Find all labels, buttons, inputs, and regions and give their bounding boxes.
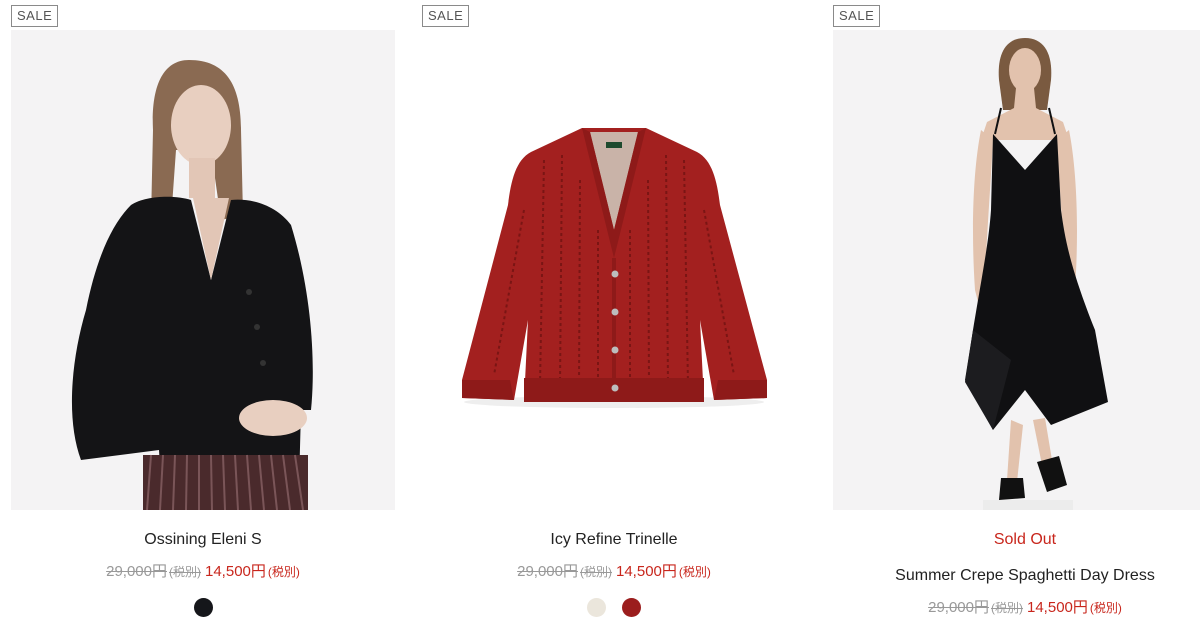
sale-tax-label: (税別) (1089, 601, 1122, 615)
product-name[interactable]: Icy Refine Trinelle (422, 531, 806, 549)
product-name[interactable]: Summer Crepe Spaghetti Day Dress (833, 567, 1200, 585)
original-tax-label: (税別) (169, 565, 201, 579)
sale-price: 14,500円 (616, 563, 677, 580)
product-card[interactable]: SALE Sold Out Summer Crepe Spaghetti Day… (833, 0, 1200, 625)
product-name[interactable]: Ossining Eleni S (11, 531, 395, 549)
sale-badge[interactable]: SALE (833, 5, 881, 27)
original-tax-label: (税別) (580, 565, 612, 579)
original-tax-label: (税別) (991, 601, 1023, 615)
color-swatch-ivory[interactable] (587, 598, 606, 617)
sale-badge[interactable]: SALE (422, 5, 470, 27)
price-row: 29,000円 (税別) 14,500円 (税別) (422, 560, 806, 581)
sold-out-label: Sold Out (993, 531, 1057, 548)
sale-badge[interactable]: SALE (11, 5, 59, 27)
product-card[interactable]: SALE Ossining Eleni S 29,000円 (税別) 14,500円… (11, 0, 395, 625)
color-swatch-red[interactable] (622, 598, 641, 617)
product-card[interactable]: SALE Icy Refine Trinelle 29,000円 (税別) 14,5… (422, 0, 806, 625)
sale-tax-label: (税別) (267, 565, 300, 579)
sale-price: 14,500円 (205, 563, 266, 580)
sale-price: 14,500円 (1027, 599, 1088, 616)
product-image-icy-refine-trinelle[interactable] (422, 30, 806, 510)
original-price: 29,000円 (928, 599, 989, 616)
product-image-summer-crepe-spaghetti-day-dress[interactable] (833, 30, 1200, 510)
product-image-ossining-eleni-s[interactable] (11, 30, 395, 510)
color-swatch-black[interactable] (193, 598, 213, 617)
price-row: 29,000円 (税別) 14,500円 (税別) (833, 596, 1200, 617)
original-price: 29,000円 (517, 563, 578, 580)
original-price: 29,000円 (106, 563, 167, 580)
price-row: 29,000円 (税別) 14,500円 (税別) (11, 560, 395, 581)
color-swatches (422, 598, 806, 617)
sale-tax-label: (税別) (678, 565, 711, 579)
color-swatches (11, 598, 395, 617)
